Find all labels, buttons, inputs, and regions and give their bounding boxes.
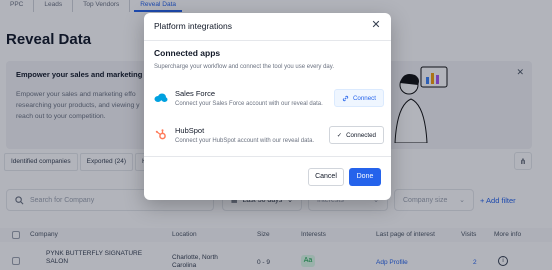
hubspot-connected-button[interactable]: ✓ Connected [328, 126, 384, 144]
platform-integrations-modal: Platform integrations ✕ Connected apps S… [144, 13, 391, 200]
salesforce-connect-button[interactable]: Connect [333, 89, 384, 107]
link-icon [342, 95, 349, 101]
cancel-button[interactable]: Cancel [308, 168, 344, 186]
salesforce-description: Connect your Sales Force account with ou… [175, 101, 323, 107]
hubspot-connected-label: Connected [346, 131, 376, 139]
hubspot-description: Connect your HubSpot account with our re… [175, 138, 315, 144]
salesforce-logo-icon [154, 92, 168, 104]
check-icon: ✓ [336, 131, 343, 139]
modal-header: Platform integrations ✕ [144, 13, 391, 41]
connected-apps-description: Supercharge your workflow and connect th… [154, 64, 334, 70]
salesforce-integration: Sales Force Connect your Sales Force acc… [154, 86, 384, 114]
hubspot-integration: HubSpot Connect your HubSpot account wit… [154, 123, 384, 151]
modal-footer: Cancel Done [144, 156, 391, 200]
hubspot-name: HubSpot [175, 126, 205, 135]
hubspot-logo-icon [154, 129, 168, 141]
salesforce-connect-label: Connect [352, 94, 376, 102]
done-button[interactable]: Done [349, 168, 381, 186]
salesforce-name: Sales Force [175, 89, 216, 98]
close-icon[interactable]: ✕ [369, 18, 383, 32]
connected-apps-title: Connected apps [154, 48, 221, 58]
modal-title: Platform integrations [154, 21, 232, 31]
